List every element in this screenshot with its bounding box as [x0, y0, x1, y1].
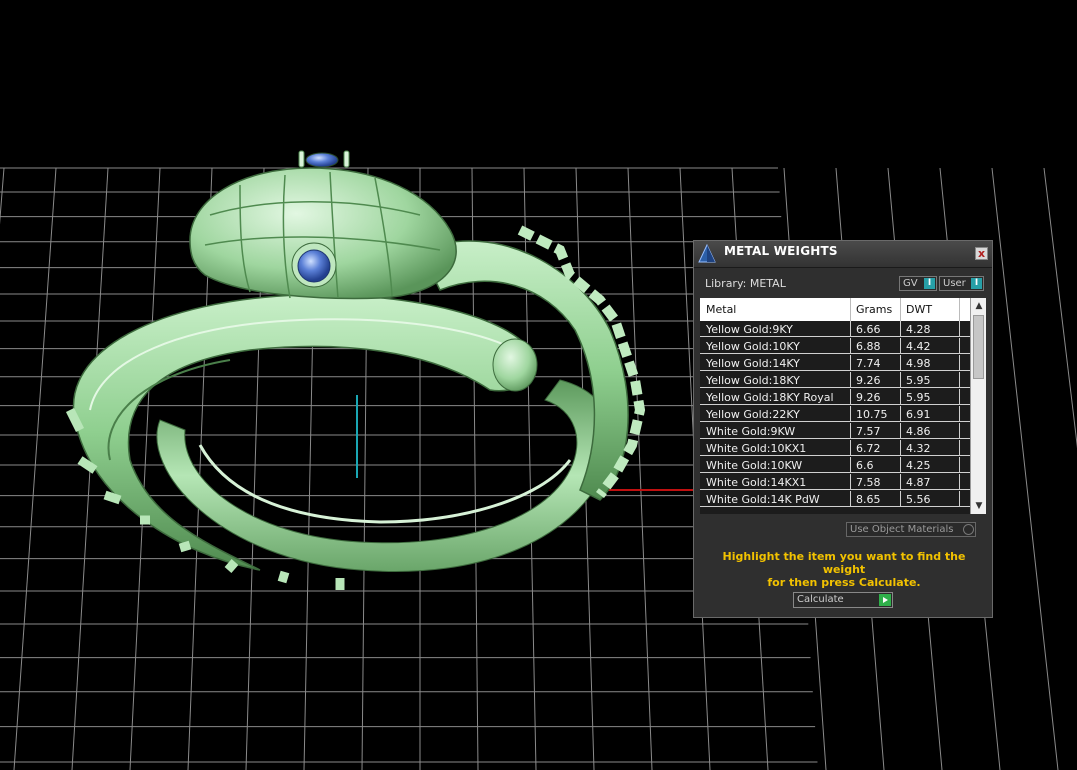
cell-metal: Yellow Gold:9KY: [706, 323, 793, 336]
table-row[interactable]: White Gold:14K PdW 8.65 5.56: [700, 491, 976, 507]
cell-dwt: 4.87: [906, 476, 931, 489]
table-row[interactable]: Yellow Gold:18KY 9.26 5.95: [700, 372, 976, 388]
scroll-up-icon[interactable]: ▲: [973, 300, 985, 312]
cell-grams: 10.75: [856, 408, 888, 421]
panel-titlebar[interactable]: METAL WEIGHTS x: [694, 241, 992, 268]
table-row[interactable]: White Gold:10KW 6.6 4.25: [700, 457, 976, 473]
calculate-label: Calculate: [797, 594, 844, 605]
panel-title: METAL WEIGHTS: [724, 244, 838, 258]
library-label: Library: METAL: [705, 277, 786, 290]
scroll-thumb[interactable]: [973, 315, 984, 379]
table-scrollbar[interactable]: ▲ ▼: [970, 298, 986, 514]
cell-grams: 8.65: [856, 493, 881, 506]
cell-metal: White Gold:14KX1: [706, 476, 807, 489]
cell-dwt: 4.28: [906, 323, 931, 336]
cell-dwt: 4.98: [906, 357, 931, 370]
table-row[interactable]: White Gold:9KW 7.57 4.86: [700, 423, 976, 439]
header-grams[interactable]: Grams: [856, 303, 892, 316]
table-row[interactable]: Yellow Gold:9KY 6.66 4.28: [700, 321, 976, 337]
cell-grams: 9.26: [856, 374, 881, 387]
table-row[interactable]: Yellow Gold:14KY 7.74 4.98: [700, 355, 976, 371]
cell-grams: 7.58: [856, 476, 881, 489]
use-object-materials-checkbox[interactable]: Use Object Materials: [846, 522, 976, 537]
instruction-line-2: for then press Calculate.: [767, 576, 921, 589]
cell-grams: 6.66: [856, 323, 881, 336]
cell-dwt: 4.86: [906, 425, 931, 438]
cell-dwt: 5.95: [906, 374, 931, 387]
header-metal[interactable]: Metal: [706, 303, 736, 316]
table-row[interactable]: Yellow Gold:18KY Royal 9.26 5.95: [700, 389, 976, 405]
table-row[interactable]: Yellow Gold:22KY 10.75 6.91: [700, 406, 976, 422]
cell-dwt: 5.95: [906, 391, 931, 404]
cell-metal: Yellow Gold:18KY: [706, 374, 800, 387]
cell-dwt: 4.25: [906, 459, 931, 472]
user-toggle[interactable]: User I: [939, 276, 984, 291]
cell-metal: White Gold:14K PdW: [706, 493, 820, 506]
table-row[interactable]: White Gold:10KX1 6.72 4.32: [700, 440, 976, 456]
checkbox-icon: [963, 524, 974, 535]
pyramid-app-icon: [698, 243, 716, 263]
user-toggle-indicator-icon: I: [971, 278, 982, 289]
cell-grams: 6.72: [856, 442, 881, 455]
cell-grams: 7.57: [856, 425, 881, 438]
scroll-down-icon[interactable]: ▼: [973, 500, 985, 512]
close-icon[interactable]: x: [975, 247, 988, 260]
cell-dwt: 4.32: [906, 442, 931, 455]
cell-metal: Yellow Gold:14KY: [706, 357, 800, 370]
cell-metal: Yellow Gold:22KY: [706, 408, 800, 421]
calculate-button[interactable]: Calculate: [793, 592, 893, 608]
metal-table[interactable]: Metal Grams DWT Yellow Gold:9KY 6.66 4.28 Y…: [700, 298, 976, 514]
cell-grams: 9.26: [856, 391, 881, 404]
cell-metal: Yellow Gold:18KY Royal: [706, 391, 834, 404]
cell-metal: Yellow Gold:10KY: [706, 340, 800, 353]
gv-toggle[interactable]: GV I: [899, 276, 937, 291]
table-row[interactable]: Yellow Gold:10KY 6.88 4.42: [700, 338, 976, 354]
cell-grams: 6.88: [856, 340, 881, 353]
gv-toggle-label: GV: [903, 278, 918, 289]
user-toggle-label: User: [943, 278, 966, 289]
cell-metal: White Gold:10KX1: [706, 442, 807, 455]
use-object-materials-label: Use Object Materials: [850, 524, 954, 535]
instruction-text: Highlight the item you want to find the …: [704, 550, 984, 589]
metal-weights-panel: METAL WEIGHTS x Library: METAL GV I User…: [693, 240, 993, 618]
table-header: Metal Grams DWT: [700, 298, 976, 321]
gv-toggle-indicator-icon: I: [924, 278, 935, 289]
cell-metal: White Gold:10KW: [706, 459, 803, 472]
cell-metal: White Gold:9KW: [706, 425, 796, 438]
cell-dwt: 5.56: [906, 493, 931, 506]
cell-grams: 6.6: [856, 459, 874, 472]
instruction-line-1: Highlight the item you want to find the …: [722, 550, 966, 576]
play-arrow-icon: [879, 594, 891, 606]
table-row[interactable]: White Gold:14KX1 7.58 4.87: [700, 474, 976, 490]
cell-dwt: 4.42: [906, 340, 931, 353]
cell-grams: 7.74: [856, 357, 881, 370]
cell-dwt: 6.91: [906, 408, 931, 421]
header-dwt[interactable]: DWT: [906, 303, 932, 316]
